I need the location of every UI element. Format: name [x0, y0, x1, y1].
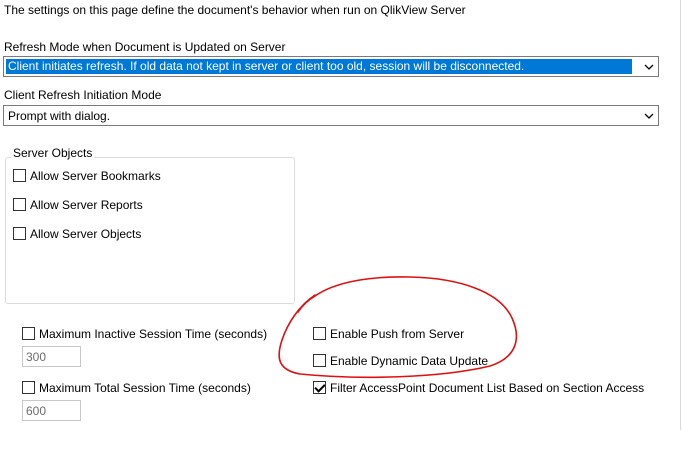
page-description: The settings on this page define the doc…	[4, 3, 466, 17]
allow-server-objects-label[interactable]: Allow Server Objects	[30, 227, 141, 241]
max-inactive-session-value: 300	[26, 350, 47, 364]
refresh-mode-label: Refresh Mode when Document is Updated on…	[4, 40, 286, 54]
max-inactive-session-checkbox[interactable]	[22, 327, 35, 340]
client-refresh-label: Client Refresh Initiation Mode	[4, 88, 162, 102]
max-inactive-session-label[interactable]: Maximum Inactive Session Time (seconds)	[39, 327, 267, 341]
refresh-mode-dropdown[interactable]: Client initiates refresh. If old data no…	[3, 56, 659, 77]
filter-accesspoint-checkbox[interactable]	[313, 381, 326, 394]
max-total-session-input[interactable]: 600	[22, 400, 81, 421]
allow-server-reports-label[interactable]: Allow Server Reports	[30, 198, 143, 212]
client-refresh-value: Prompt with dialog.	[8, 109, 111, 123]
enable-dynamic-data-checkbox[interactable]	[313, 354, 326, 367]
allow-server-bookmarks-label[interactable]: Allow Server Bookmarks	[30, 169, 161, 183]
server-objects-title: Server Objects	[11, 146, 95, 160]
allow-server-reports-checkbox[interactable]	[13, 198, 26, 211]
enable-dynamic-data-label[interactable]: Enable Dynamic Data Update	[330, 354, 488, 368]
panel-divider	[680, 0, 681, 430]
allow-server-bookmarks-checkbox[interactable]	[13, 169, 26, 182]
filter-accesspoint-label[interactable]: Filter AccessPoint Document List Based o…	[330, 381, 644, 395]
chevron-down-icon[interactable]	[639, 106, 658, 125]
allow-server-objects-checkbox[interactable]	[13, 227, 26, 240]
client-refresh-dropdown[interactable]: Prompt with dialog.	[3, 105, 659, 126]
enable-push-checkbox[interactable]	[313, 327, 326, 340]
chevron-down-icon[interactable]	[639, 57, 658, 76]
max-inactive-session-input[interactable]: 300	[22, 346, 81, 367]
refresh-mode-value: Client initiates refresh. If old data no…	[6, 59, 632, 74]
max-total-session-label[interactable]: Maximum Total Session Time (seconds)	[39, 381, 251, 395]
max-total-session-value: 600	[26, 404, 47, 418]
max-total-session-checkbox[interactable]	[22, 381, 35, 394]
enable-push-label[interactable]: Enable Push from Server	[330, 327, 464, 341]
